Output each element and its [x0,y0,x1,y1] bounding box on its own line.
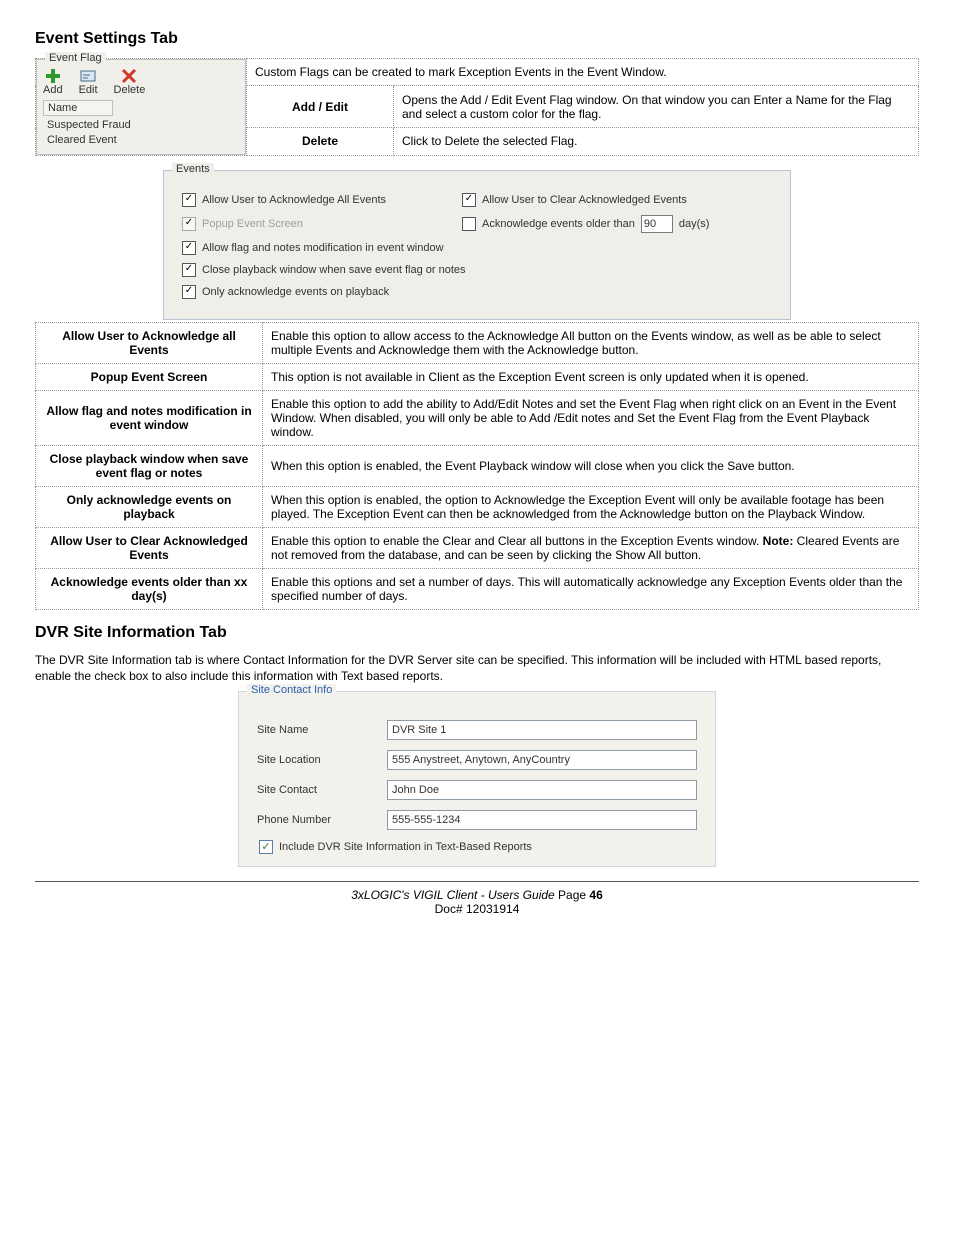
events-legend: Events [172,163,214,175]
ack-all-label: Allow User to Acknowledge All Events [202,194,386,206]
opt-desc: Enable this option to enable the Clear a… [263,527,919,568]
edit-flag-button[interactable]: Edit [79,68,98,96]
plus-icon [45,68,61,84]
site-contact-input[interactable]: John Doe [387,780,697,800]
events-panel: Events Allow User to Acknowledge All Eve… [163,170,791,320]
event-flag-legend: Event Flag [45,52,106,64]
opt-desc: Enable this option to allow access to th… [263,322,919,363]
opt-label: Allow User to Clear Acknowledged Events [36,527,263,568]
heading-dvr-site-info-tab: DVR Site Information Tab [35,624,919,642]
include-text-reports-checkbox[interactable] [259,840,273,854]
close-playback-label: Close playback window when save event fl… [202,264,466,276]
delete-desc: Click to Delete the selected Flag. [394,128,919,156]
heading-event-settings-tab: Event Settings Tab [35,30,919,48]
ack-older-checkbox[interactable] [462,217,476,231]
phone-input[interactable]: 555-555-1234 [387,810,697,830]
delete-icon [121,68,137,84]
opt-label: Only acknowledge events on playback [36,486,263,527]
page-footer: 3xLOGIC's VIGIL Client - Users Guide Pag… [35,888,919,916]
allow-flag-notes-checkbox[interactable] [182,241,196,255]
flag-list-item[interactable]: Suspected Fraud [47,118,235,133]
flags-intro: Custom Flags can be created to mark Exce… [247,59,919,86]
delete-flag-button[interactable]: Delete [114,68,146,96]
ack-all-checkbox[interactable] [182,193,196,207]
event-flag-panel: Event Flag Add Edit Delete Name [36,59,246,155]
opt-desc: Enable this option to add the ability to… [263,390,919,445]
opt-desc: Enable this options and set a number of … [263,568,919,609]
opt-label: Close playback window when save event fl… [36,445,263,486]
opt-desc: When this option is enabled, the option … [263,486,919,527]
popup-label: Popup Event Screen [202,218,303,230]
site-contact-label: Site Contact [257,784,387,796]
include-text-reports-label: Include DVR Site Information in Text-Bas… [279,841,532,853]
opt-label: Acknowledge events older than xx day(s) [36,568,263,609]
event-flag-table: Event Flag Add Edit Delete Name [35,58,919,156]
ack-older-input[interactable]: 90 [641,215,673,233]
event-options-table: Allow User to Acknowledge all Events Ena… [35,322,919,610]
only-ack-playback-checkbox[interactable] [182,285,196,299]
add-label: Add [43,84,63,96]
clear-ack-label: Allow User to Clear Acknowledged Events [482,194,687,206]
flag-list-header[interactable]: Name [43,100,113,116]
footer-rule [35,881,919,882]
delete-label: Delete [114,84,146,96]
site-contact-panel: Site Contact Info Site Name DVR Site 1 S… [238,691,716,867]
allow-flag-notes-label: Allow flag and notes modification in eve… [202,242,444,254]
site-name-label: Site Name [257,724,387,736]
edit-icon [80,68,96,84]
only-ack-playback-label: Only acknowledge events on playback [202,286,389,298]
site-name-input[interactable]: DVR Site 1 [387,720,697,740]
site-contact-legend: Site Contact Info [247,684,336,696]
add-edit-desc: Opens the Add / Edit Event Flag window. … [394,86,919,128]
edit-label: Edit [79,84,98,96]
opt-label: Allow flag and notes modification in eve… [36,390,263,445]
close-playback-checkbox[interactable] [182,263,196,277]
site-location-label: Site Location [257,754,387,766]
popup-checkbox [182,217,196,231]
opt-label: Allow User to Acknowledge all Events [36,322,263,363]
delete-label-cell: Delete [247,128,394,156]
opt-desc: This option is not available in Client a… [263,363,919,390]
opt-label: Popup Event Screen [36,363,263,390]
add-edit-label: Add / Edit [247,86,394,128]
phone-label: Phone Number [257,814,387,826]
ack-older-label: Acknowledge events older than [482,218,635,230]
opt-desc: When this option is enabled, the Event P… [263,445,919,486]
dvr-intro-text: The DVR Site Information tab is where Co… [35,652,919,686]
add-flag-button[interactable]: Add [43,68,63,96]
site-location-input[interactable]: 555 Anystreet, Anytown, AnyCountry [387,750,697,770]
clear-ack-checkbox[interactable] [462,193,476,207]
flag-list-item[interactable]: Cleared Event [47,133,235,148]
ack-older-unit: day(s) [679,218,710,230]
